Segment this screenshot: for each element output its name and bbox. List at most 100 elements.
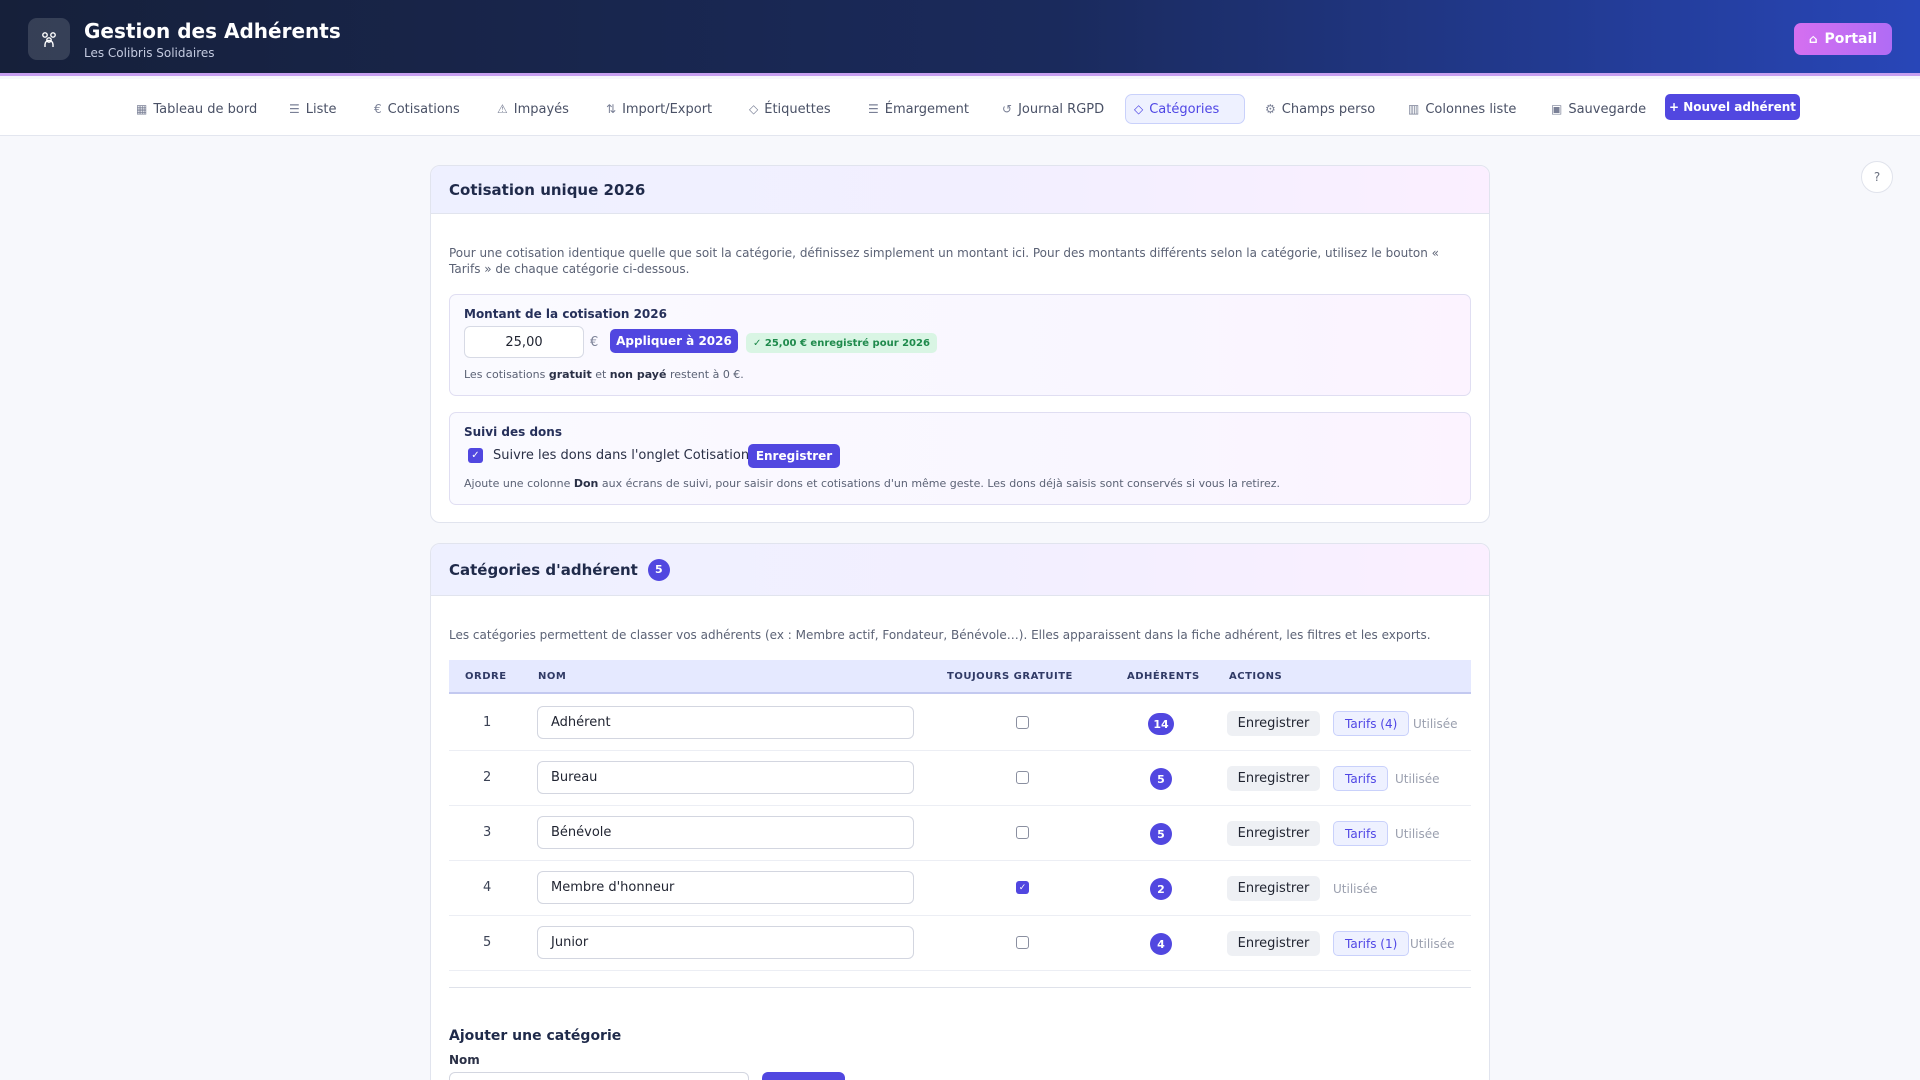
category-name-input[interactable]: Junior [537, 926, 914, 959]
member-count-badge: 5 [1150, 823, 1172, 845]
portal-button[interactable]: ⌂ Portail [1794, 23, 1892, 55]
note-text: restent à 0 €. [669, 368, 744, 381]
save-category-button[interactable]: Enregistrer [1227, 711, 1320, 736]
donations-save-button[interactable]: Enregistrer [748, 444, 840, 468]
amount-label: Montant de la cotisation 2026 [464, 307, 667, 321]
nav-item-label: Catégories [1149, 101, 1220, 117]
member-count-badge: 14 [1148, 713, 1174, 735]
donations-note: Ajoute une colonne Don aux écrans de sui… [464, 477, 1280, 490]
categories-card: Catégories d'adhérent 5 Les catégories p… [430, 543, 1490, 1080]
nav-item-label: Sauvegarde [1568, 101, 1647, 117]
nav-item-label: Impayés [513, 101, 569, 117]
warning-icon: ⚠ [497, 102, 508, 116]
note-text: Les cotisations [464, 368, 546, 381]
nav-item-impayes[interactable]: ⚠ Impayés [489, 94, 577, 124]
currency-symbol: € [590, 335, 599, 350]
column-header-nom: NOM [538, 671, 567, 682]
building-icon: ⌂ [1808, 32, 1818, 46]
nav-item-label: Import/Export [622, 101, 713, 117]
nav-item-colonnes-liste[interactable]: ▥ Colonnes liste [1400, 94, 1524, 124]
member-count-badge: 5 [1150, 768, 1172, 790]
table-row: 2 Bureau 5 Enregistrer Tarifs Utilisée [449, 751, 1471, 806]
save-icon: ▣ [1551, 102, 1563, 116]
save-category-button[interactable]: Enregistrer [1227, 766, 1320, 791]
cotisation-description-line1: Pour une cotisation identique quelle que… [449, 246, 1440, 260]
table-row: 3 Bénévole 5 Enregistrer Tarifs Utilisée [449, 806, 1471, 861]
always-free-checkbox[interactable] [1016, 936, 1029, 949]
tarifs-button[interactable]: Tarifs [1333, 821, 1389, 846]
save-category-button[interactable]: Enregistrer [1227, 876, 1320, 901]
help-button[interactable]: ? [1861, 161, 1893, 193]
donations-checkbox[interactable]: ✓ [468, 448, 483, 463]
add-category-button[interactable] [762, 1072, 845, 1080]
note-text: et [595, 368, 607, 381]
category-name-input[interactable]: Adhérent [537, 706, 914, 739]
used-status: Utilisée [1395, 827, 1440, 841]
used-status: Utilisée [1333, 882, 1378, 896]
app-header: Gestion des Adhérents Les Colibris Solid… [0, 0, 1920, 76]
donations-label: Suivi des dons [464, 425, 562, 439]
note-text: aux écrans de suivi, pour saisir dons et… [601, 477, 1281, 490]
member-count-badge: 2 [1150, 878, 1172, 900]
categories-card-title: Catégories d'adhérent [449, 560, 638, 579]
category-name-input[interactable]: Membre d'honneur [537, 871, 914, 904]
categories-count-badge: 5 [647, 558, 670, 581]
cotisation-description: Pour une cotisation identique quelle que… [449, 245, 1479, 277]
amount-input[interactable]: 25,00 [464, 326, 584, 358]
save-category-button[interactable]: Enregistrer [1227, 931, 1320, 956]
categories-description: Les catégories permettent de classer vos… [449, 628, 1431, 642]
nav-item-tableau-de-bord[interactable]: ▦ Tableau de bord [128, 94, 265, 124]
category-name-input[interactable]: Bureau [537, 761, 914, 794]
tarifs-button[interactable]: Tarifs (1) [1333, 931, 1410, 956]
nav-item-import-export[interactable]: ⇅ Import/Export [598, 94, 720, 124]
always-free-checkbox[interactable] [1016, 771, 1029, 784]
nav-item-label: Émargement [884, 101, 969, 117]
new-member-button[interactable]: + Nouvel adhérent [1665, 94, 1800, 120]
apply-amount-button[interactable]: Appliquer à 2026 [610, 329, 738, 353]
column-header-actions: ACTIONS [1229, 671, 1283, 682]
nav-item-label: Liste [305, 101, 337, 117]
table-row: 4 Membre d'honneur ✓ 2 Enregistrer Utili… [449, 861, 1471, 916]
donations-checkbox-label: Suivre les dons dans l'onglet Cotisation… [493, 448, 756, 463]
nav-item-journal-rgpd[interactable]: ↺ Journal RGPD [994, 94, 1112, 124]
cotisation-card-title: Cotisation unique 2026 [449, 180, 646, 199]
nav-item-categories[interactable]: ◇ Catégories [1125, 94, 1245, 124]
list-check-icon: ☰ [868, 102, 879, 116]
add-category-name-input[interactable] [449, 1072, 749, 1080]
used-status: Utilisée [1413, 717, 1458, 731]
nav-item-etiquettes[interactable]: ◇ Étiquettes [741, 94, 839, 124]
nav-item-cotisations[interactable]: € Cotisations [366, 94, 468, 124]
category-name-input[interactable]: Bénévole [537, 816, 914, 849]
list-icon: ☰ [289, 102, 300, 116]
column-header-ordre: ORDRE [465, 671, 507, 682]
row-order: 1 [483, 715, 492, 730]
nav-item-label: Cotisations [387, 101, 460, 117]
saved-status-badge: ✓ 25,00 € enregistré pour 2026 [746, 333, 937, 353]
section-divider [449, 987, 1471, 988]
tag-icon: ◇ [749, 102, 759, 116]
member-count-badge: 4 [1150, 933, 1172, 955]
organization-name: Les Colibris Solidaires [84, 46, 215, 60]
tag-icon: ◇ [1134, 102, 1144, 116]
amount-note: Les cotisations gratuit et non payé rest… [464, 368, 744, 381]
main-navigation: ▦ Tableau de bord ☰ Liste € Cotisations ⚠ Im… [0, 79, 1920, 136]
nav-item-label: Champs perso [1281, 101, 1376, 117]
used-status: Utilisée [1395, 772, 1440, 786]
tarifs-button[interactable]: Tarifs [1333, 766, 1389, 791]
add-category-title: Ajouter une catégorie [449, 1028, 622, 1044]
app-title: Gestion des Adhérents [84, 19, 341, 43]
add-category-name-label: Nom [449, 1053, 480, 1067]
app-logo-icon [28, 18, 70, 60]
always-free-checkbox[interactable]: ✓ [1016, 881, 1029, 894]
always-free-checkbox[interactable] [1016, 716, 1029, 729]
save-category-button[interactable]: Enregistrer [1227, 821, 1320, 846]
nav-item-sauvegarde[interactable]: ▣ Sauvegarde [1543, 94, 1654, 124]
nav-item-liste[interactable]: ☰ Liste [281, 94, 345, 124]
always-free-checkbox[interactable] [1016, 826, 1029, 839]
nav-item-emargement[interactable]: ☰ Émargement [860, 94, 977, 124]
cotisation-card-header: Cotisation unique 2026 [431, 166, 1489, 214]
row-order: 4 [483, 880, 492, 895]
tarifs-button[interactable]: Tarifs (4) [1333, 711, 1410, 736]
dashboard-icon: ▦ [136, 102, 148, 116]
nav-item-champs-perso[interactable]: ⚙ Champs perso [1257, 94, 1383, 124]
